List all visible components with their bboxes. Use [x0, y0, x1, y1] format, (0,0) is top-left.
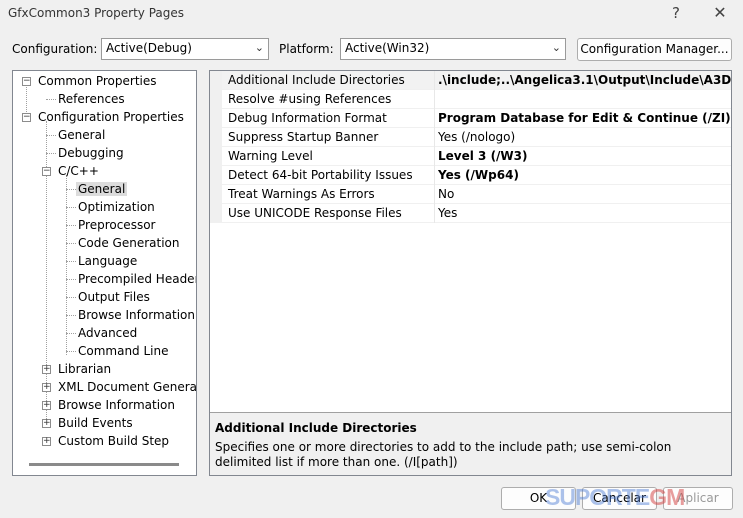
configuration-dropdown[interactable]: Active(Debug) ⌄	[101, 38, 269, 60]
property-name: Treat Warnings As Errors	[228, 187, 375, 201]
collapse-icon[interactable]: −	[22, 77, 31, 86]
chevron-down-icon: ⌄	[254, 41, 264, 54]
title-bar: GfxCommon3 Property Pages ? ✕	[0, 0, 743, 28]
description-panel: Additional Include Directories Specifies…	[210, 412, 731, 475]
tree-item-librarian[interactable]: Librarian	[58, 360, 111, 378]
tree-item-language[interactable]: Language	[78, 252, 137, 270]
tree-item-command-line[interactable]: Command Line	[78, 342, 169, 360]
description-text: Specifies one or more directories to add…	[215, 440, 672, 469]
collapse-icon[interactable]: −	[42, 167, 51, 176]
tree-item-output-files[interactable]: Output Files	[78, 288, 150, 306]
property-name: Use UNICODE Response Files	[228, 206, 402, 220]
cancel-button[interactable]: Cancelar	[582, 487, 657, 510]
help-button[interactable]: ?	[656, 0, 696, 28]
platform-dropdown[interactable]: Active(Win32) ⌄	[340, 38, 566, 60]
property-row[interactable]: Resolve #using References	[210, 90, 731, 109]
expand-icon[interactable]: +	[42, 383, 51, 392]
tree-item-general[interactable]: General	[58, 126, 105, 144]
property-name: Suppress Startup Banner	[228, 130, 379, 144]
tree-item-c-cpp[interactable]: C/C++	[58, 162, 99, 180]
property-value[interactable]: .\include;..\Angelica3.1\Output\Include\…	[438, 73, 731, 87]
property-value[interactable]: Program Database for Edit & Continue (/Z…	[438, 111, 731, 125]
property-value[interactable]: Yes (/nologo)	[438, 130, 515, 144]
tree-item-debugging[interactable]: Debugging	[58, 144, 124, 162]
property-value[interactable]: No	[438, 187, 454, 201]
property-row[interactable]: Warning Level Level 3 (/W3)	[210, 147, 731, 166]
property-row[interactable]: Use UNICODE Response Files Yes	[210, 204, 731, 223]
configuration-manager-button[interactable]: Configuration Manager...	[577, 38, 732, 61]
tree-item-build-events[interactable]: Build Events	[58, 414, 133, 432]
help-icon: ?	[672, 4, 680, 22]
tree-item-precompiled-headers[interactable]: Precompiled Headers	[78, 270, 196, 288]
description-title: Additional Include Directories	[215, 421, 417, 435]
tree-item-cpp-general[interactable]: General	[76, 180, 128, 198]
close-button[interactable]: ✕	[700, 0, 740, 28]
property-tree: − Common Properties References − Configu…	[12, 70, 197, 476]
ok-button[interactable]: OK	[501, 487, 576, 510]
property-grid: Additional Include Directories .\include…	[209, 70, 732, 476]
collapse-icon[interactable]: −	[22, 113, 31, 122]
property-row[interactable]: Additional Include Directories .\include…	[210, 71, 731, 90]
tree-item-custom-build-step[interactable]: Custom Build Step	[58, 432, 169, 450]
configuration-value: Active(Debug)	[106, 41, 192, 55]
property-name: Additional Include Directories	[228, 73, 405, 87]
tree-item-optimization[interactable]: Optimization	[78, 198, 155, 216]
property-name: Resolve #using References	[228, 92, 392, 106]
close-icon: ✕	[713, 3, 727, 22]
tree-item-browse-information-cpp[interactable]: Browse Information	[78, 306, 195, 324]
property-name: Warning Level	[228, 149, 313, 163]
platform-label: Platform:	[279, 42, 334, 56]
property-value[interactable]: Yes	[438, 206, 457, 220]
property-name: Debug Information Format	[228, 111, 387, 125]
chevron-down-icon: ⌄	[551, 41, 561, 54]
platform-value: Active(Win32)	[345, 41, 430, 55]
expand-icon[interactable]: +	[42, 437, 51, 446]
tree-item-browse-information[interactable]: Browse Information	[58, 396, 175, 414]
tree-item-xml-document-generator[interactable]: XML Document Generator	[58, 378, 196, 396]
apply-button[interactable]: Aplicar	[663, 487, 733, 510]
tree-item-configuration-properties[interactable]: Configuration Properties	[38, 108, 184, 126]
property-value[interactable]: Level 3 (/W3)	[438, 149, 528, 163]
property-row[interactable]: Detect 64-bit Portability Issues Yes (/W…	[210, 166, 731, 185]
property-value[interactable]: Yes (/Wp64)	[438, 168, 519, 182]
horizontal-scrollbar[interactable]	[29, 463, 179, 466]
tree-item-code-generation[interactable]: Code Generation	[78, 234, 179, 252]
expand-icon[interactable]: +	[42, 401, 51, 410]
property-row[interactable]: Suppress Startup Banner Yes (/nologo)	[210, 128, 731, 147]
configuration-label: Configuration:	[12, 42, 98, 56]
expand-icon[interactable]: +	[42, 365, 51, 374]
expand-icon[interactable]: +	[42, 419, 51, 428]
property-row[interactable]: Debug Information Format Program Databas…	[210, 109, 731, 128]
tree-item-advanced[interactable]: Advanced	[78, 324, 137, 342]
property-name: Detect 64-bit Portability Issues	[228, 168, 413, 182]
tree-item-common-properties[interactable]: Common Properties	[38, 72, 157, 90]
property-row[interactable]: Treat Warnings As Errors No	[210, 185, 731, 204]
tree-item-references[interactable]: References	[58, 90, 125, 108]
window-title: GfxCommon3 Property Pages	[8, 6, 185, 20]
tree-item-preprocessor[interactable]: Preprocessor	[78, 216, 155, 234]
